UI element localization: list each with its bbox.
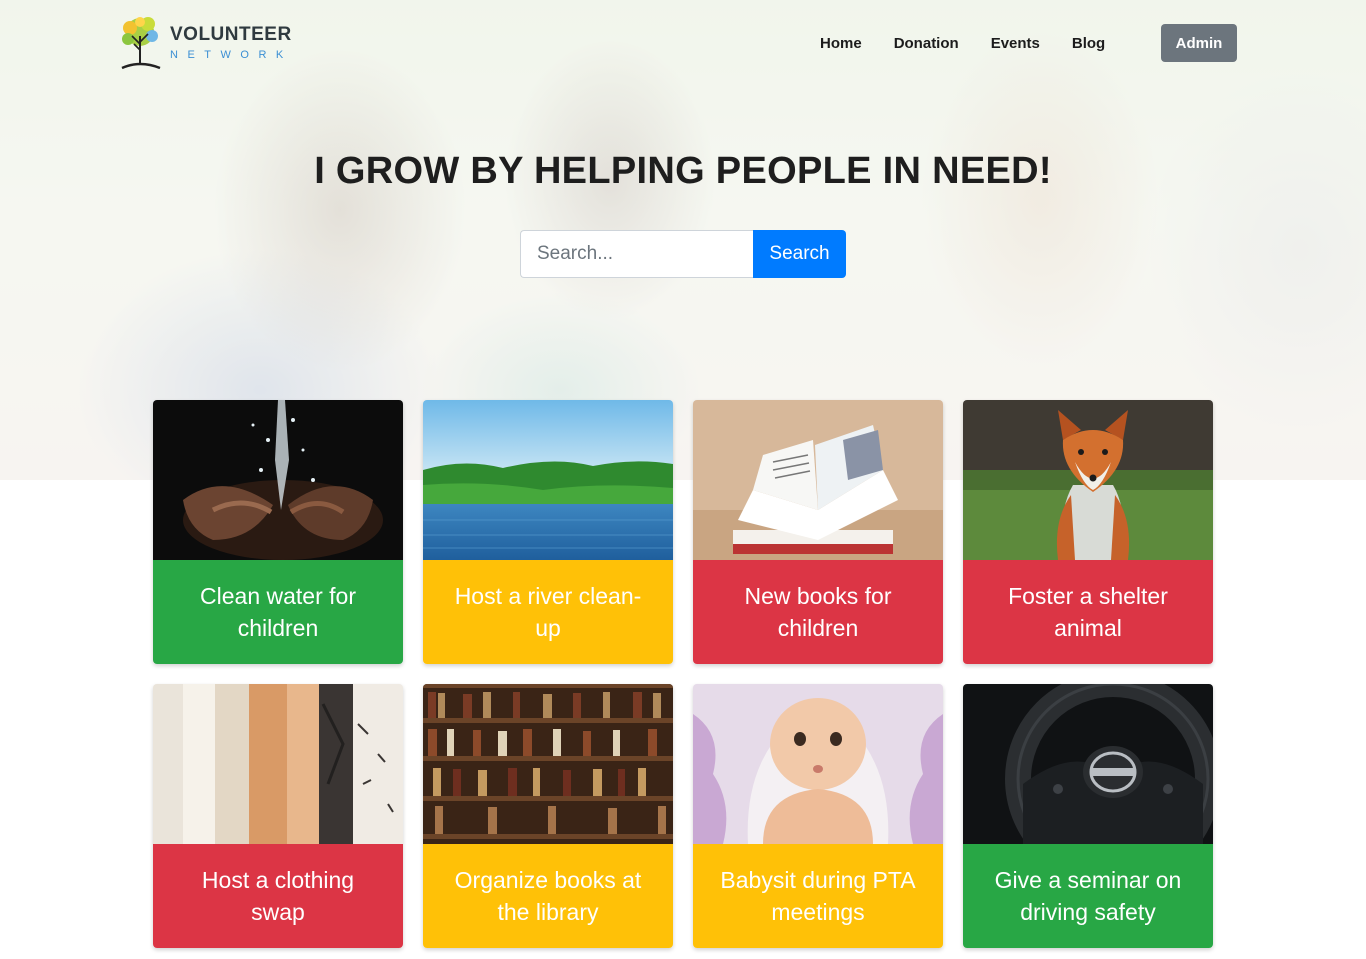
search-input[interactable] bbox=[520, 230, 753, 278]
event-card-clean-water[interactable]: Clean water for children bbox=[153, 400, 403, 664]
event-card-title: Give a seminar on driving safety bbox=[963, 844, 1213, 948]
river-photo bbox=[423, 400, 673, 560]
nav-home-link[interactable]: Home bbox=[820, 35, 862, 52]
nav-donation-link[interactable]: Donation bbox=[894, 35, 959, 52]
event-card-new-books[interactable]: New books for children bbox=[693, 400, 943, 664]
bookshelf-photo bbox=[423, 684, 673, 844]
event-card-river-cleanup[interactable]: Host a river clean-up bbox=[423, 400, 673, 664]
event-card-title: Foster a shelter animal bbox=[963, 560, 1213, 664]
clothing-rack-photo bbox=[153, 684, 403, 844]
hero-headline: I GROW BY HELPING PEOPLE IN NEED! bbox=[314, 150, 1052, 192]
search-button[interactable]: Search bbox=[753, 230, 846, 278]
event-card-title: Organize books at the library bbox=[423, 844, 673, 948]
nav-events-link[interactable]: Events bbox=[991, 35, 1040, 52]
navbar: VOLUNTEER NETWORK Home Donation Events B… bbox=[0, 0, 1366, 90]
event-card-title: Clean water for children bbox=[153, 560, 403, 664]
event-card-title: Host a river clean-up bbox=[423, 560, 673, 664]
event-card-title: Host a clothing swap bbox=[153, 844, 403, 948]
admin-button[interactable]: Admin bbox=[1161, 24, 1237, 62]
nav-blog-link[interactable]: Blog bbox=[1072, 35, 1105, 52]
nav-links: Home Donation Events Blog bbox=[820, 24, 1137, 62]
open-book-photo bbox=[693, 400, 943, 560]
event-card-clothing-swap[interactable]: Host a clothing swap bbox=[153, 684, 403, 948]
water-hands-photo bbox=[153, 400, 403, 560]
event-card-title: Babysit during PTA meetings bbox=[693, 844, 943, 948]
event-card-foster-animal[interactable]: Foster a shelter animal bbox=[963, 400, 1213, 664]
steering-wheel-photo bbox=[963, 684, 1213, 844]
search-bar: Search bbox=[520, 230, 846, 278]
event-card-organize-books[interactable]: Organize books at the library bbox=[423, 684, 673, 948]
baby-photo bbox=[693, 684, 943, 844]
brand-logo[interactable]: VOLUNTEER NETWORK bbox=[114, 14, 304, 72]
brand-title: VOLUNTEER bbox=[170, 24, 292, 45]
brand-subtitle: NETWORK bbox=[170, 49, 293, 61]
event-card-babysit[interactable]: Babysit during PTA meetings bbox=[693, 684, 943, 948]
fox-photo bbox=[963, 400, 1213, 560]
event-card-title: New books for children bbox=[693, 560, 943, 664]
event-card-driving-seminar[interactable]: Give a seminar on driving safety bbox=[963, 684, 1213, 948]
tree-logo-icon bbox=[121, 17, 161, 70]
